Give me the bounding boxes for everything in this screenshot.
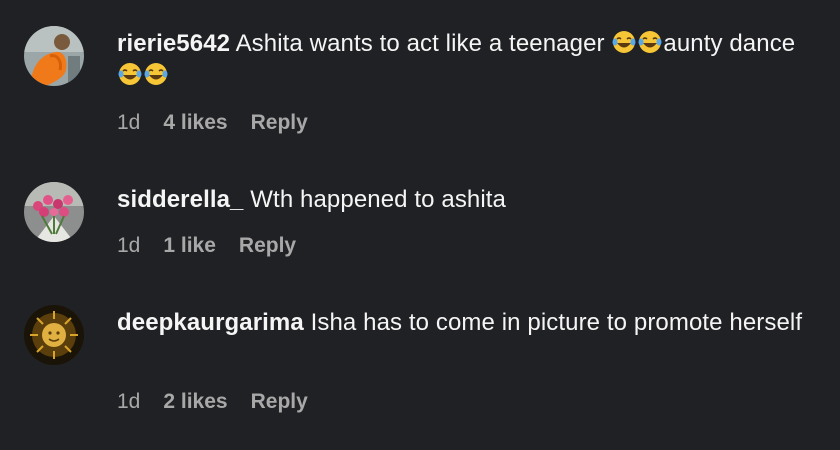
comment-username[interactable]: rierie5642 [117,30,230,57]
comment-likes[interactable]: 1 like [163,233,216,259]
comment-username[interactable]: sidderella_ [117,186,244,213]
reply-button[interactable]: Reply [239,233,296,259]
comment-body: rierie5642 Ashita wants to act like a te… [117,28,817,92]
comment-likes[interactable]: 2 likes [163,389,227,415]
comment-meta: 1d 1 like Reply [117,233,319,259]
comment-text: Wth happened to ashita [250,186,507,213]
tears-of-joy-emoji-icon [143,62,169,86]
comment-meta: 1d 4 likes Reply [117,110,331,136]
tears-of-joy-emoji-icon [117,62,143,86]
comment-timestamp: 1d [117,234,141,257]
comments-list: rierie5642 Ashita wants to act like a te… [0,0,840,450]
avatar-golden-sun-icon [24,305,84,365]
comment-username[interactable]: deepkaurgarima [117,309,304,336]
comment-meta: 1d 2 likes Reply [117,389,331,415]
comment-text: Ashita wants to act like a teenager [235,30,612,57]
comment-body: deepkaurgarima Isha has to come in pictu… [117,307,817,339]
avatar[interactable] [24,305,84,365]
avatar-pink-roses-icon [24,182,84,242]
comment-text-continued: aunty dance [663,30,796,57]
comment-text: Isha has to come in picture to promote h… [310,309,803,336]
comment-likes[interactable]: 4 likes [163,110,227,136]
comment-body: sidderella_ Wth happened to ashita [117,184,817,216]
comment-timestamp: 1d [117,111,141,134]
reply-button[interactable]: Reply [251,389,308,415]
avatar[interactable] [24,26,84,86]
tears-of-joy-emoji-icon [637,30,663,54]
tears-of-joy-emoji-icon [611,30,637,54]
comment-timestamp: 1d [117,390,141,413]
reply-button[interactable]: Reply [251,110,308,136]
avatar-orange-figure-icon [24,26,84,86]
avatar[interactable] [24,182,84,242]
